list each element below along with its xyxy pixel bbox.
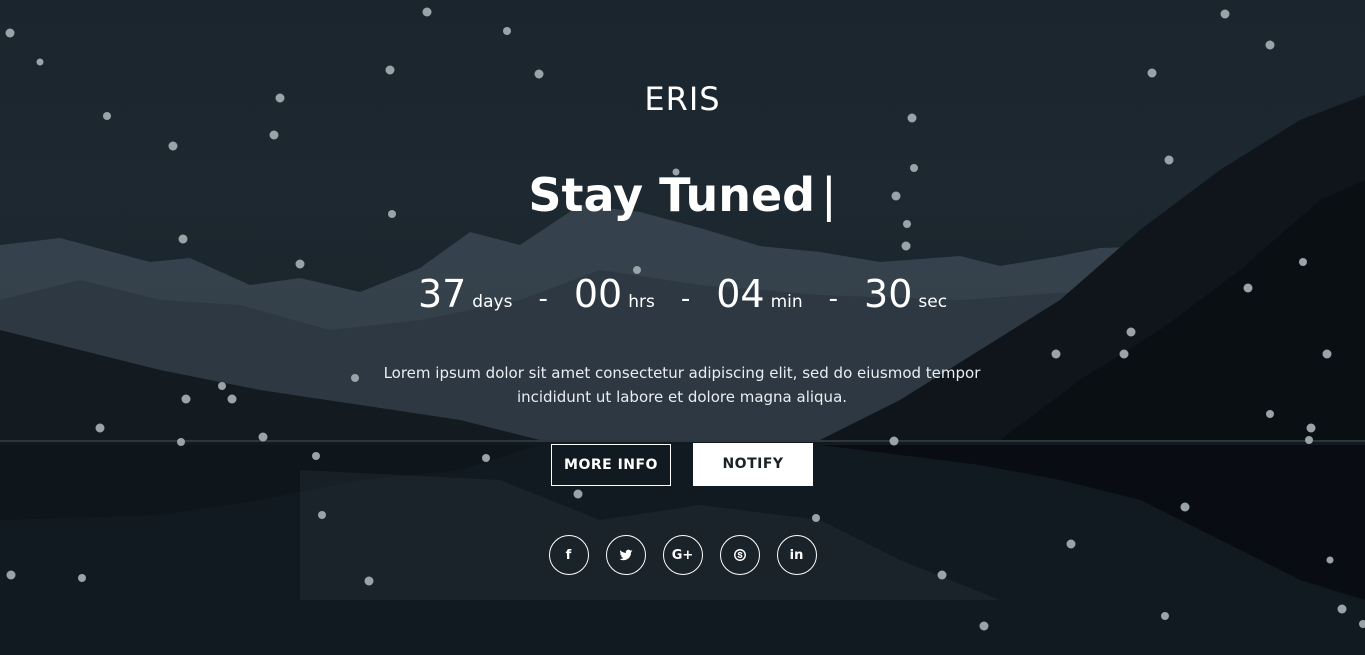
countdown-minutes-value: 04 [716,272,765,316]
countdown-hours-unit: hrs [628,292,655,312]
social-links: f G+ in [0,535,1365,575]
linkedin-link[interactable]: in [776,535,817,575]
countdown-separator: - [680,284,691,314]
coming-soon-page: ERIS Stay Tuned | 37 days - 00 hrs - 04 m… [0,0,1365,655]
twitter-link[interactable] [605,535,646,575]
countdown-minutes-unit: min [770,292,803,312]
hero-description: Lorem ipsum dolor sit amet consectetur a… [382,361,982,409]
countdown-seconds-value: 30 [864,272,913,316]
linkedin-icon: in [789,547,804,563]
countdown-days-value: 37 [417,272,467,316]
countdown-separator: - [538,284,548,314]
skype-icon [733,549,746,561]
more-info-button[interactable]: MORE INFO [551,444,671,486]
hero-headline: Stay Tuned | [0,168,1365,222]
countdown-seconds-unit: sec [918,292,948,312]
description-line: incididunt ut labore et dolore magna ali… [516,388,848,406]
headline-text: Stay Tuned [528,168,816,222]
countdown-timer: 37 days - 00 hrs - 04 min - 30 sec [0,272,1365,316]
countdown-separator: - [828,284,839,314]
description-line: Lorem ipsum dolor sit amet consectetur a… [383,364,981,382]
hero-content: ERIS Stay Tuned | 37 days - 00 hrs - 04 m… [0,0,1365,655]
twitter-icon [619,549,632,561]
countdown-hours-value: 00 [573,272,623,316]
skype-link[interactable] [719,535,760,575]
site-logo: ERIS [644,80,721,118]
countdown-days-unit: days [472,292,513,312]
notify-button[interactable]: NOTIFY [693,443,813,486]
google-plus-icon: G+ [671,547,694,563]
typing-cursor: | [821,168,837,222]
google-plus-link[interactable]: G+ [662,535,703,575]
facebook-icon: f [565,547,572,563]
facebook-link[interactable]: f [548,535,589,575]
